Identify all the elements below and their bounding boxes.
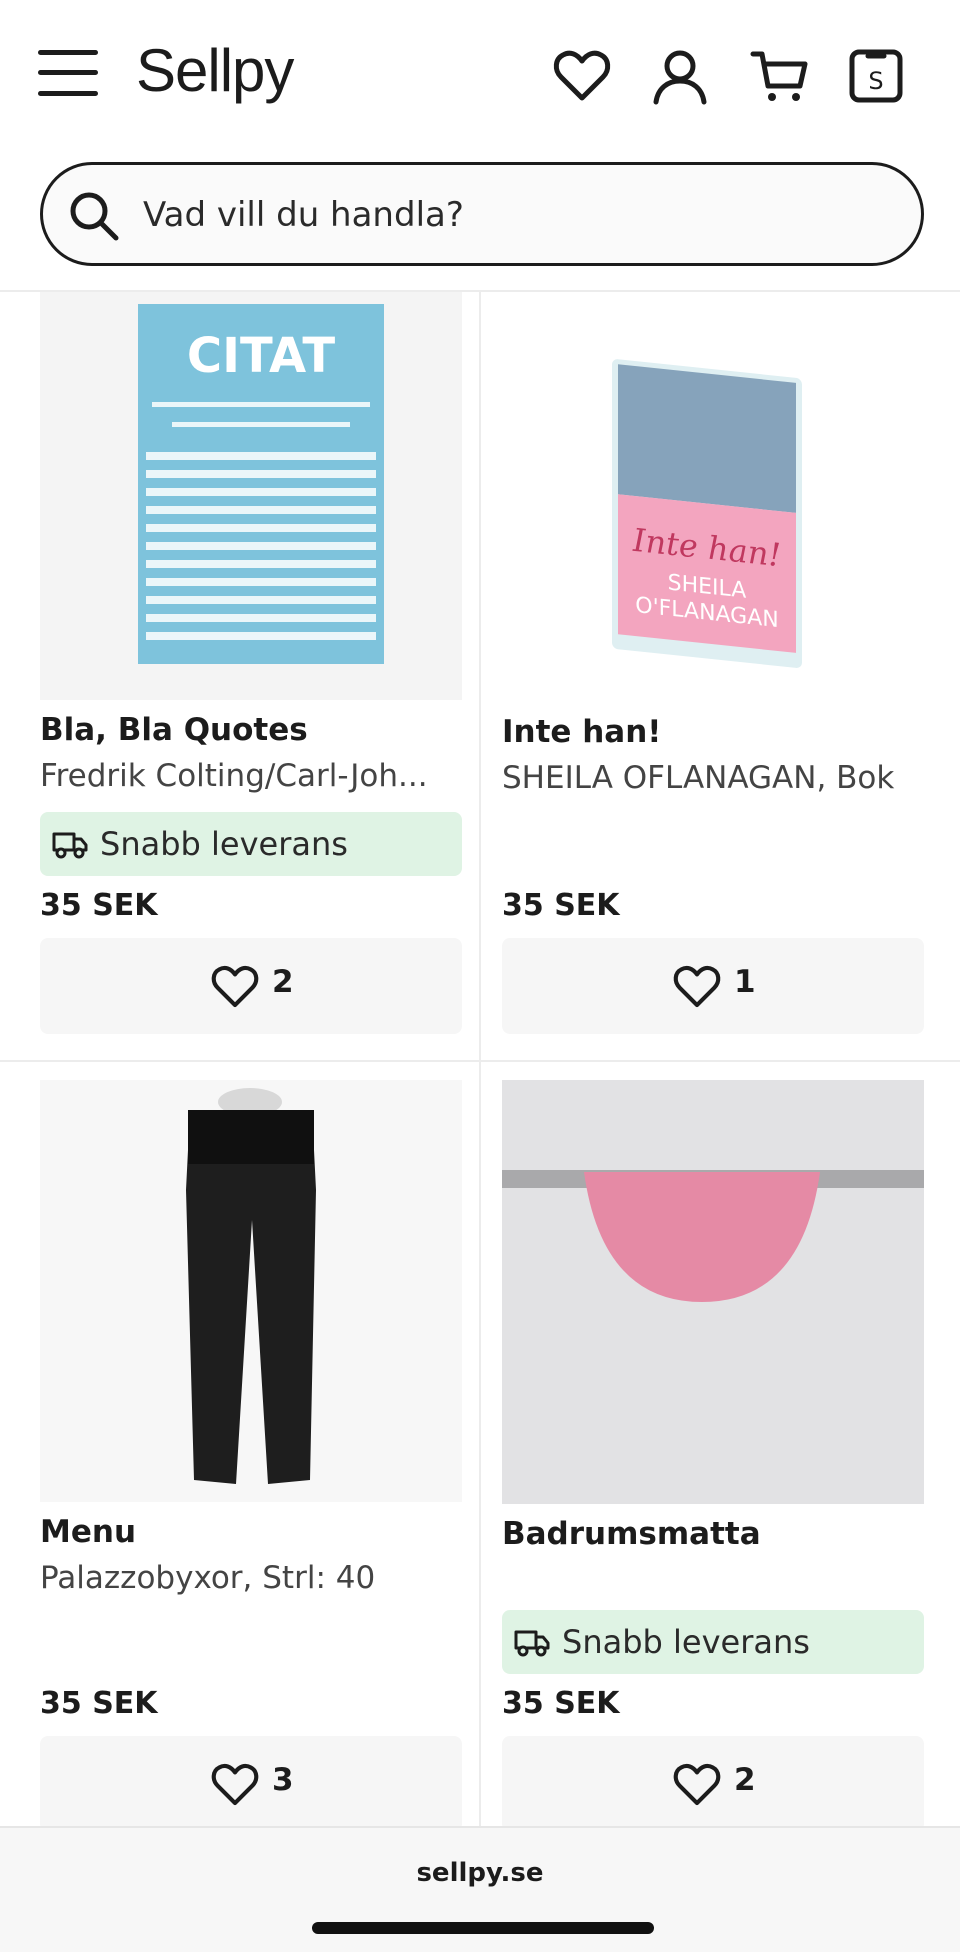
product-image[interactable]	[40, 1080, 462, 1502]
logo[interactable]: Sellpy	[136, 36, 294, 105]
favorite-count: 2	[734, 1762, 756, 1798]
browser-bottom-bar: sellpy.se	[0, 1826, 960, 1952]
product-image[interactable]: CITAT	[40, 292, 462, 700]
fast-delivery-badge: Snabb leverans	[502, 1610, 924, 1674]
search-input[interactable]: Vad vill du handla?	[40, 162, 924, 266]
favorite-count: 3	[272, 1762, 294, 1798]
product-price: 35 SEK	[502, 888, 620, 923]
cart-icon[interactable]	[750, 46, 810, 106]
svg-text:S: S	[868, 67, 883, 95]
favorite-count: 2	[272, 964, 294, 1000]
favorite-button[interactable]: 1	[502, 938, 924, 1034]
badge-label: Snabb leverans	[562, 1623, 810, 1661]
heart-icon	[211, 1763, 259, 1806]
product-subtitle: SHEILA OFLANAGAN, Bok	[502, 760, 895, 796]
badge-label: Snabb leverans	[100, 825, 348, 863]
grid-divider-horizontal	[0, 1060, 960, 1062]
search-placeholder: Vad vill du handla?	[143, 195, 464, 235]
product-price: 35 SEK	[502, 1686, 620, 1721]
heart-icon	[673, 965, 721, 1008]
product-subtitle: Fredrik Colting/Carl-Joh...	[40, 758, 428, 794]
product-image[interactable]: Inte han! SHEILA O'FLANAGAN	[502, 292, 924, 702]
product-title[interactable]: Bla, Bla Quotes	[40, 712, 308, 748]
favorite-button[interactable]: 2	[40, 938, 462, 1034]
product-title[interactable]: Menu	[40, 1514, 136, 1550]
book-cover-title: CITAT	[187, 328, 336, 384]
grid-divider-vertical	[479, 292, 481, 1826]
fast-delivery-badge: Snabb leverans	[40, 812, 462, 876]
favorite-button[interactable]: 3	[40, 1736, 462, 1832]
hamburger-menu-icon[interactable]	[38, 50, 98, 96]
header: Sellpy S	[0, 0, 960, 150]
home-indicator[interactable]	[312, 1922, 654, 1934]
product-subtitle: Palazzobyxor, Strl: 40	[40, 1560, 376, 1596]
product-price: 35 SEK	[40, 888, 158, 923]
heart-icon	[673, 1763, 721, 1806]
user-icon[interactable]	[650, 46, 710, 106]
truck-icon	[514, 1630, 550, 1657]
page: Sellpy S Vad vill du handla? CITAT Bla, …	[0, 0, 960, 1952]
sell-icon[interactable]: S	[846, 46, 906, 106]
product-image[interactable]	[502, 1080, 924, 1504]
product-title[interactable]: Inte han!	[502, 714, 661, 750]
search-icon	[70, 192, 119, 241]
product-title[interactable]: Badrumsmatta	[502, 1516, 761, 1552]
heart-icon[interactable]	[552, 46, 612, 106]
favorite-button[interactable]: 2	[502, 1736, 924, 1832]
heart-icon	[211, 965, 259, 1008]
favorite-count: 1	[734, 964, 756, 1000]
product-price: 35 SEK	[40, 1686, 158, 1721]
truck-icon	[52, 832, 88, 859]
browser-url[interactable]: sellpy.se	[0, 1858, 960, 1888]
